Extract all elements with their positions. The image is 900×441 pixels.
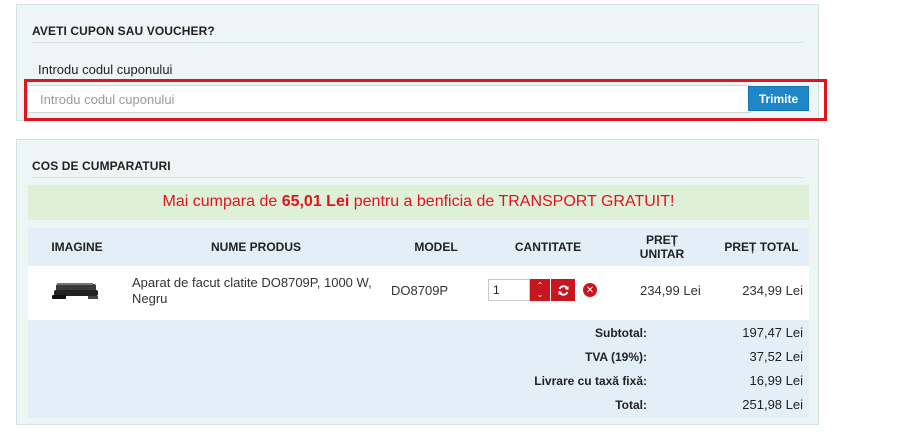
column-header-quantity: CANTITATE xyxy=(514,240,582,254)
cart-totals: Subtotal: 197,47 Lei TVA (19%): 37,52 Le… xyxy=(28,320,809,418)
chevron-up-icon[interactable]: ⌃ xyxy=(537,281,544,290)
submit-coupon-button[interactable]: Trimite xyxy=(748,86,809,111)
totals-row-total: Total: 251,98 Lei xyxy=(28,392,809,416)
cart-panel-title: COS DE CUMPARATURI xyxy=(32,159,171,173)
divider xyxy=(32,42,803,43)
coupon-code-input[interactable] xyxy=(27,85,751,113)
column-header-unit-price: PREȚ UNITAR xyxy=(620,228,704,266)
subtotal-value: 197,47 Lei xyxy=(742,325,803,340)
totals-row-subtotal: Subtotal: 197,47 Lei xyxy=(28,320,809,344)
coupon-panel: AVETI CUPON SAU VOUCHER? Introdu codul c… xyxy=(16,4,827,121)
crepe-maker-product-image[interactable] xyxy=(50,280,104,304)
subtotal-label: Subtotal: xyxy=(595,326,647,340)
column-header-image: IMAGINE xyxy=(51,240,103,254)
total-label: Total: xyxy=(615,398,647,412)
refresh-icon xyxy=(558,284,568,296)
cart-panel: COS DE CUMPARATURI Mai cumpara de 65,01 … xyxy=(16,139,819,425)
total-value: 251,98 Lei xyxy=(742,397,803,412)
divider xyxy=(32,177,803,178)
chevron-down-icon[interactable]: ⌄ xyxy=(537,290,544,299)
totals-row-vat: TVA (19%): 37,52 Lei xyxy=(28,344,809,368)
update-quantity-button[interactable] xyxy=(551,279,575,301)
column-header-total-price: PREȚ TOTAL xyxy=(724,240,799,254)
notice-prefix: Mai cumpara de xyxy=(162,193,282,210)
shipping-value: 16,99 Lei xyxy=(749,373,804,388)
product-name-link[interactable]: Aparat de facut clatite DO8709P, 1000 W,… xyxy=(132,275,382,307)
totals-row-shipping: Livrare cu taxă fixă: 16,99 Lei xyxy=(28,368,809,392)
total-price: 234,99 Lei xyxy=(742,283,803,298)
coupon-panel-title: AVETI CUPON SAU VOUCHER? xyxy=(32,24,215,38)
quantity-stepper[interactable]: ⌃ ⌄ xyxy=(530,279,550,301)
unit-price: 234,99 Lei xyxy=(640,283,701,298)
product-model: DO8709P xyxy=(391,283,449,298)
vat-value: 37,52 Lei xyxy=(749,349,804,364)
column-header-model: MODEL xyxy=(414,240,458,254)
remove-item-button[interactable]: ✕ xyxy=(583,283,597,297)
vat-label: TVA (19%): xyxy=(584,350,647,364)
shipping-label: Livrare cu taxă fixă: xyxy=(534,374,647,388)
table-row: Aparat de facut clatite DO8709P, 1000 W,… xyxy=(28,266,809,320)
column-header-name: NUME PRODUS xyxy=(210,240,301,254)
coupon-label: Introdu codul cuponului xyxy=(38,62,173,77)
free-shipping-notice: Mai cumpara de 65,01 Lei pentru a benfic… xyxy=(28,185,809,220)
close-icon: ✕ xyxy=(585,284,595,296)
table-header: IMAGINE NUME PRODUS MODEL CANTITATE PREȚ… xyxy=(28,228,809,266)
unit-price-header-line2: UNITAR xyxy=(639,247,685,261)
notice-suffix: pentru a benficia de TRANSPORT GRATUIT! xyxy=(349,193,675,210)
notice-amount: 65,01 Lei xyxy=(281,193,350,210)
quantity-input[interactable] xyxy=(488,279,530,301)
unit-price-header-line1: PREȚ xyxy=(645,233,678,247)
cart-table: IMAGINE NUME PRODUS MODEL CANTITATE PREȚ… xyxy=(28,228,809,418)
